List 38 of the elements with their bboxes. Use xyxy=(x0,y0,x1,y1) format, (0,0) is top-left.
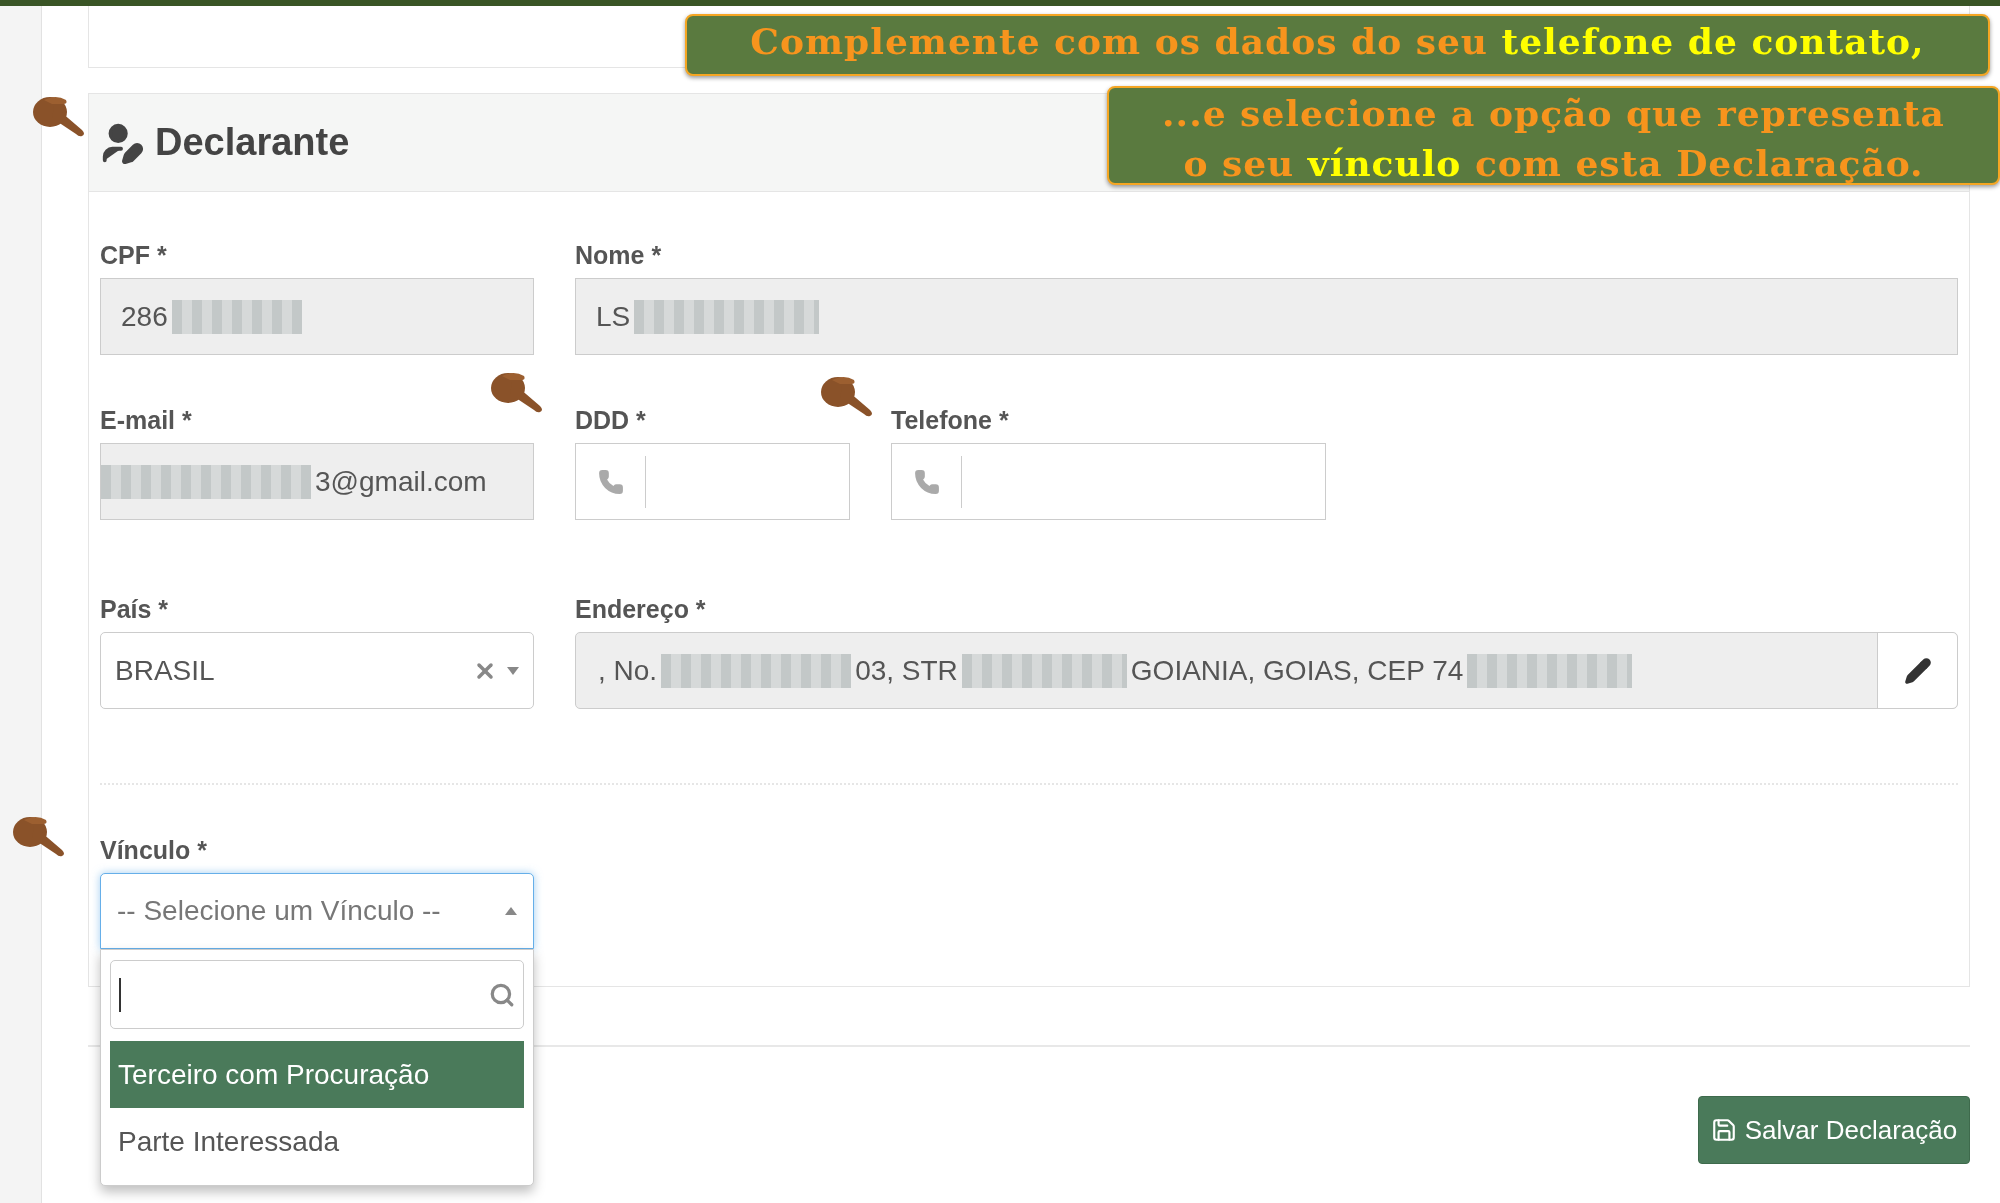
search-field[interactable] xyxy=(110,960,524,1029)
field-label: Endereço * xyxy=(575,594,707,624)
edit-icon xyxy=(1903,656,1932,685)
address-text: , No. xyxy=(598,653,658,688)
phone-icon xyxy=(597,468,624,495)
readonly-field[interactable]: 3@gmail.com xyxy=(100,443,534,520)
field-label: DDD * xyxy=(575,405,647,435)
field-label: CPF * xyxy=(100,240,168,270)
section-title: Declarante xyxy=(155,120,350,165)
save-icon xyxy=(1710,1117,1737,1143)
field-value: 286 xyxy=(121,299,168,334)
address-field[interactable]: , No. 03, STR GOIANIA, GOIAS, CEP 74 xyxy=(575,632,1958,709)
field-label: Telefone * xyxy=(891,405,1010,435)
readonly-field[interactable]: 286 xyxy=(100,278,534,355)
annotation-callout: Complemente com os dados do seu telefone de contato, xyxy=(685,14,1990,76)
field-label: Nome * xyxy=(575,240,663,270)
annotation-callout: ...e selecione a opção que representa o seu vínculo com esta Declaração. xyxy=(1107,86,2000,185)
field-value: 3@gmail.com xyxy=(315,464,487,499)
caret-up-icon xyxy=(505,907,517,915)
select-field[interactable]: -- Selecione um Vínculo -- xyxy=(100,873,534,949)
dropdown-option[interactable]: Terceiro com Procuração xyxy=(110,1041,524,1108)
address-text: 03, STR xyxy=(855,653,958,688)
readonly-field[interactable]: LS xyxy=(575,278,1958,355)
caret-down-icon xyxy=(507,666,519,675)
phone-icon xyxy=(913,468,940,495)
select-value: BRASIL xyxy=(115,653,216,688)
phone-input-field[interactable] xyxy=(575,443,850,520)
select-field[interactable]: BRASIL xyxy=(100,632,534,709)
search-icon xyxy=(489,981,515,1008)
field-value: LS xyxy=(596,299,631,334)
field-label: E-mail * xyxy=(100,405,193,435)
edit-button[interactable] xyxy=(1877,633,1957,708)
field-label: Vínculo * xyxy=(100,835,208,865)
address-text: GOIANIA, GOIAS, CEP 74 xyxy=(1130,653,1464,688)
save-button[interactable]: Salvar Declaração xyxy=(1698,1096,1970,1164)
phone-input-field[interactable] xyxy=(891,443,1326,520)
field-label: País * xyxy=(100,594,170,624)
select-placeholder: -- Selecione um Vínculo -- xyxy=(117,894,442,928)
